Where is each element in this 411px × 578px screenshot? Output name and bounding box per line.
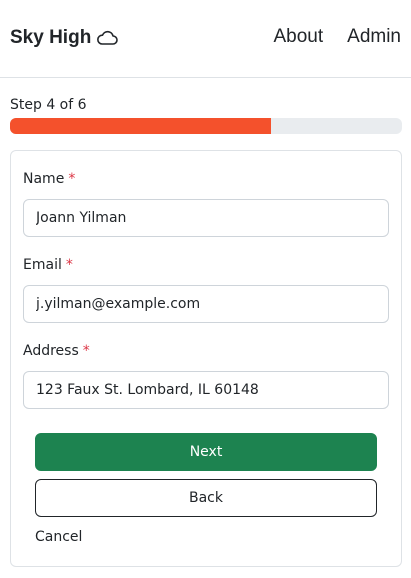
required-marker: *	[82, 343, 90, 359]
address-label: Address *	[23, 343, 90, 359]
brand-logo[interactable]: Sky High	[10, 26, 119, 50]
next-button[interactable]: Next	[35, 433, 377, 471]
top-navbar: Sky High About Admin	[0, 0, 411, 78]
brand-name: Sky High	[10, 27, 92, 48]
back-button[interactable]: Back	[35, 479, 377, 517]
cancel-link[interactable]: Cancel	[35, 529, 82, 545]
nav-link-admin[interactable]: Admin	[347, 26, 401, 48]
name-input[interactable]	[23, 199, 389, 237]
required-marker: *	[65, 257, 73, 273]
step-indicator: Step 4 of 6	[10, 97, 87, 113]
nav-link-about[interactable]: About	[273, 26, 323, 48]
required-marker: *	[68, 171, 76, 187]
email-label: Email *	[23, 257, 73, 273]
main-nav: About Admin	[273, 26, 401, 48]
form-card: Name* Email* Address* Next Back Cancel	[10, 150, 402, 567]
email-input[interactable]	[23, 285, 389, 323]
address-input[interactable]	[23, 371, 389, 409]
name-label: Name *	[23, 171, 76, 187]
cloud-icon	[97, 30, 119, 45]
progress-bar-fill	[10, 118, 272, 134]
progress-bar	[10, 118, 402, 134]
